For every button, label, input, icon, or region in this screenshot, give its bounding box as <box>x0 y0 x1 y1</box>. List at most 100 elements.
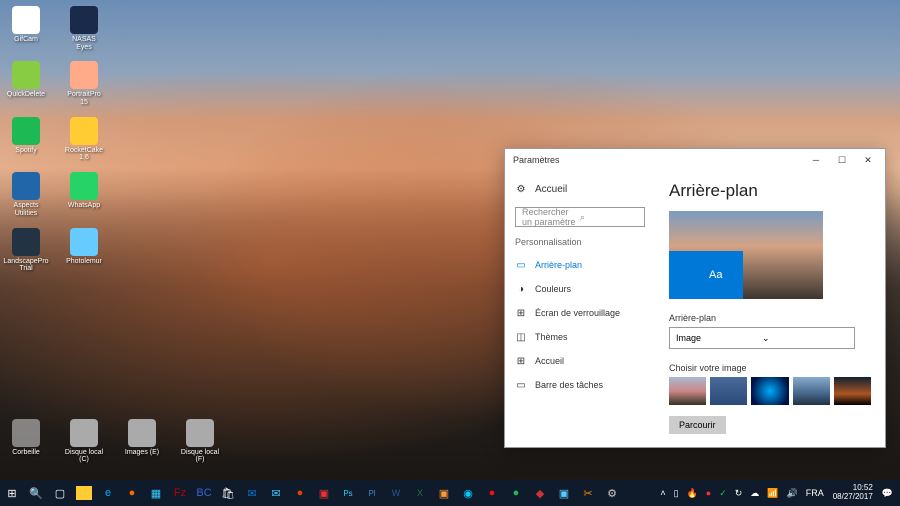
icon-label: Images (E) <box>125 449 159 457</box>
desktop-icon-portraitpro[interactable]: PortraitPro 15 <box>64 61 104 106</box>
filezilla-icon[interactable]: Fz <box>168 480 192 506</box>
taskview-button[interactable]: ▢ <box>48 480 72 506</box>
desktop-wallpaper[interactable]: GifCam NASAS Eyes QuickDelete PortraitPr… <box>0 0 900 480</box>
nav-item-background[interactable]: ▭ Arrière-plan <box>515 253 645 277</box>
icon-label: Corbeille <box>12 449 40 457</box>
background-dropdown[interactable]: Image ⌄ <box>669 327 855 349</box>
nav-item-taskbar[interactable]: ▭ Barre des tâches <box>515 373 645 397</box>
desktop-icon-gifcam[interactable]: GifCam <box>6 6 46 51</box>
choose-image-label: Choisir votre image <box>669 363 871 373</box>
titlebar[interactable]: Paramètres ─ ☐ ✕ <box>505 149 885 171</box>
network-icon[interactable]: 📶 <box>764 488 781 499</box>
nav-item-lockscreen[interactable]: ⊞ Écran de verrouillage <box>515 301 645 325</box>
nav-item-start[interactable]: ⊞ Accueil <box>515 349 645 373</box>
thumb-1[interactable] <box>669 377 706 405</box>
background-preview: Aa <box>669 211 823 299</box>
preview-text: Aa <box>709 269 722 281</box>
spotify-taskbar-icon[interactable]: ● <box>504 480 528 506</box>
dropdown-value: Image <box>676 333 762 343</box>
mail-icon[interactable]: ✉ <box>264 480 288 506</box>
explorer-icon[interactable] <box>76 486 92 500</box>
thumb-4[interactable] <box>793 377 830 405</box>
tray-icon[interactable]: ✓ <box>716 488 730 499</box>
desktop-icon-images-e[interactable]: Images (E) <box>122 419 162 464</box>
lockscreen-icon: ⊞ <box>515 307 527 319</box>
desktop-icon-corbeille[interactable]: Corbeille <box>6 419 46 464</box>
desktop-icon-rocketcake[interactable]: RocketCake 1.6 <box>64 117 104 162</box>
search-button[interactable]: 🔍 <box>24 480 48 506</box>
icon-label: Disque local (C) <box>64 449 104 464</box>
outlook-icon[interactable]: ✉ <box>240 480 264 506</box>
app-icon-10[interactable]: ▣ <box>552 480 576 506</box>
tray-icon[interactable]: ☁ <box>747 488 762 499</box>
excel-icon[interactable]: X <box>408 480 432 506</box>
thumb-5[interactable] <box>834 377 871 405</box>
settings-taskbar-icon[interactable]: ⚙ <box>600 480 624 506</box>
desktop-icon-aspectutilities[interactable]: Aspects Utilities <box>6 172 46 217</box>
app-icon[interactable]: ▦ <box>144 480 168 506</box>
icon-label: Disque local (F) <box>180 449 220 464</box>
rocketcake-icon <box>70 117 98 145</box>
app-icon-2[interactable]: BC <box>192 480 216 506</box>
icon-label: NASAS Eyes <box>64 36 104 51</box>
thumb-3[interactable] <box>751 377 788 405</box>
images-e-icon <box>128 419 156 447</box>
start-button[interactable]: ⊞ <box>0 480 24 506</box>
firefox-icon[interactable]: ● <box>120 480 144 506</box>
portraitpro-icon <box>70 61 98 89</box>
page-title: Arrière-plan <box>669 181 871 201</box>
minimize-button[interactable]: ─ <box>803 151 829 169</box>
desktop-icon-quickdelete[interactable]: QuickDelete <box>6 61 46 106</box>
settings-window: Paramètres ─ ☐ ✕ ⚙ Accueil Rechercher un… <box>504 148 886 448</box>
icon-label: Aspects Utilities <box>6 202 46 217</box>
app-icon-11[interactable]: ✂ <box>576 480 600 506</box>
app-icon-3[interactable]: ● <box>288 480 312 506</box>
tray-icon[interactable]: ↻ <box>732 488 746 499</box>
store-icon[interactable]: 🛍 <box>216 480 240 506</box>
tray-chevron-icon[interactable]: ˄ <box>657 488 668 498</box>
edge-icon[interactable]: e <box>96 480 120 506</box>
volume-icon[interactable]: 🔊 <box>784 488 801 499</box>
desktop-icon-disque-f[interactable]: Disque local (F) <box>180 419 220 464</box>
app-icon-5[interactable]: Pl <box>360 480 384 506</box>
nav-label: Couleurs <box>535 284 571 294</box>
background-field-label: Arrière-plan <box>669 313 871 323</box>
desktop-icon-spotify[interactable]: Spotify <box>6 117 46 162</box>
photoshop-icon[interactable]: Ps <box>336 480 360 506</box>
thumb-2[interactable] <box>710 377 747 405</box>
maximize-button[interactable]: ☐ <box>829 151 855 169</box>
tray-icon[interactable]: ▯ <box>671 488 682 499</box>
settings-sidebar: ⚙ Accueil Rechercher un paramètre ⌕ Pers… <box>505 171 655 447</box>
icon-label: LandscapePro Trial <box>3 258 48 273</box>
app-icon-4[interactable]: ▣ <box>312 480 336 506</box>
app-icon-8[interactable]: ● <box>480 480 504 506</box>
tray-icon[interactable]: 🔥 <box>684 488 701 499</box>
app-icon-6[interactable]: ▣ <box>432 480 456 506</box>
desktop-icon-disque-c[interactable]: Disque local (C) <box>64 419 104 464</box>
tray-icon[interactable]: ● <box>703 488 714 498</box>
home-link[interactable]: ⚙ Accueil <box>515 179 645 199</box>
browse-button[interactable]: Parcourir <box>669 416 726 434</box>
system-tray: ˄ ▯ 🔥 ● ✓ ↻ ☁ 📶 🔊 FRA 10:52 08/27/2017 💬 <box>657 480 900 506</box>
nav-item-colors[interactable]: ◑ Couleurs <box>515 277 645 301</box>
themes-icon: ◫ <box>515 331 527 343</box>
app-icon-7[interactable]: ◉ <box>456 480 480 506</box>
search-input[interactable]: Rechercher un paramètre ⌕ <box>515 207 645 227</box>
clock[interactable]: 10:52 08/27/2017 <box>829 484 877 502</box>
home-label: Accueil <box>535 184 567 195</box>
image-thumbnails <box>669 377 871 405</box>
photolemur-icon <box>70 228 98 256</box>
desktop-icon-whatsapp[interactable]: WhatsApp <box>64 172 104 217</box>
desktop-icon-landscapepro[interactable]: LandscapePro Trial <box>6 228 46 273</box>
desktop-icon-nasa-eyes[interactable]: NASAS Eyes <box>64 6 104 51</box>
nav-label: Arrière-plan <box>535 260 582 270</box>
word-icon[interactable]: W <box>384 480 408 506</box>
close-button[interactable]: ✕ <box>855 151 881 169</box>
nav-item-themes[interactable]: ◫ Thèmes <box>515 325 645 349</box>
nav-label: Écran de verrouillage <box>535 308 620 318</box>
language-indicator[interactable]: FRA <box>803 488 827 498</box>
app-icon-9[interactable]: ◆ <box>528 480 552 506</box>
landscapepro-icon <box>12 228 40 256</box>
notifications-icon[interactable]: 💬 <box>879 488 896 499</box>
desktop-icon-photolemur[interactable]: Photolemur <box>64 228 104 273</box>
